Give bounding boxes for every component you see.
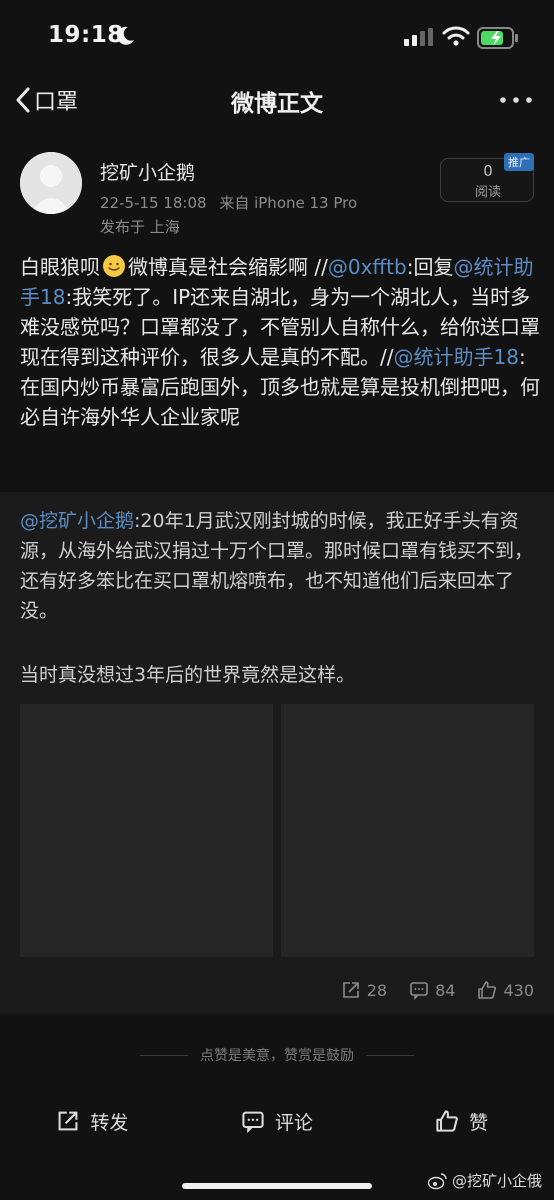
post-location: 发布于 上海 bbox=[100, 218, 180, 236]
like-icon bbox=[436, 1110, 459, 1132]
read-count-box: 0 阅读 推广 bbox=[440, 153, 534, 202]
watermark: @挖矿小企俄 bbox=[427, 1170, 542, 1191]
battery-icon bbox=[477, 27, 518, 49]
retweet-stats: 28 84 430 bbox=[341, 980, 534, 1000]
reward-hint: 点赞是美意，赞赏是鼓励 bbox=[0, 1040, 554, 1070]
repost-label: 转发 bbox=[90, 1111, 129, 1134]
smile-emoji-icon bbox=[103, 255, 125, 277]
retweet-text: @挖矿小企鹅:20年1月武汉刚封城的时候，我正好手头有资源，从海外给武汉捐过十万… bbox=[20, 506, 540, 626]
weibo-logo-icon bbox=[427, 1172, 447, 1189]
post-date: 22-5-15 18:08 bbox=[100, 194, 207, 212]
mention-link[interactable]: @0xfftb bbox=[328, 255, 407, 279]
promo-tag[interactable]: 推广 bbox=[504, 153, 534, 171]
like-count: 430 bbox=[503, 980, 534, 1000]
mention-link[interactable]: @统计助手18 bbox=[393, 345, 518, 369]
nav-bar: 口罩 微博正文 bbox=[0, 72, 554, 128]
divider bbox=[140, 1054, 188, 1056]
comment-button[interactable]: 评论 bbox=[185, 1096, 370, 1146]
retweet-like-stat[interactable]: 430 bbox=[477, 980, 534, 1000]
author-header: 挖矿小企鹅 22-5-15 18:08 来自 iPhone 13 Pro 发布于… bbox=[0, 150, 554, 240]
avatar-icon bbox=[20, 152, 82, 214]
moon-icon bbox=[117, 26, 134, 45]
divider bbox=[366, 1054, 414, 1056]
reward-text: 点赞是美意，赞赏是鼓励 bbox=[200, 1048, 354, 1064]
like-icon bbox=[478, 981, 497, 999]
retweet-comment-stat[interactable]: 84 bbox=[409, 980, 455, 1000]
repost-icon bbox=[58, 1111, 78, 1131]
home-indicator[interactable] bbox=[182, 1183, 372, 1189]
post-source: 来自 iPhone 13 Pro bbox=[219, 194, 358, 212]
avatar[interactable] bbox=[20, 152, 82, 214]
comment-icon bbox=[242, 1111, 264, 1133]
comment-label: 评论 bbox=[275, 1111, 314, 1134]
repost-count: 28 bbox=[366, 980, 388, 1000]
mention-link[interactable]: @挖矿小企鹅 bbox=[20, 510, 134, 532]
post-image[interactable] bbox=[281, 704, 534, 957]
post-text-part: 微博真是社会缩影啊 // bbox=[128, 255, 328, 279]
comment-icon bbox=[410, 982, 428, 1000]
post-text: 白眼狼呗 微博真是社会缩影啊 //@0xfftb:回复@统计助手18:我笑死了。I… bbox=[20, 252, 540, 432]
post-text-part: 白眼狼呗 bbox=[20, 255, 100, 279]
status-time: 19:18 bbox=[48, 22, 124, 48]
like-button[interactable]: 赞 bbox=[369, 1096, 554, 1146]
repost-button[interactable]: 转发 bbox=[0, 1096, 185, 1146]
retweet-card[interactable]: @挖矿小企鹅:20年1月武汉刚封城的时候，我正好手头有资源，从海外给武汉捐过十万… bbox=[0, 492, 554, 1014]
post-text-part: :回复 bbox=[406, 255, 454, 279]
watermark-text: @挖矿小企俄 bbox=[451, 1172, 542, 1190]
page-title: 微博正文 bbox=[231, 91, 323, 117]
status-bar: 19:18 bbox=[0, 0, 554, 72]
repost-icon bbox=[342, 982, 359, 998]
post-meta: 22-5-15 18:08 来自 iPhone 13 Pro bbox=[100, 192, 365, 213]
retweet-repost-stat[interactable]: 28 bbox=[341, 980, 387, 1000]
author-name[interactable]: 挖矿小企鹅 bbox=[100, 158, 195, 185]
retweet-text-2: 当时真没想过3年后的世界竟然是这样。 bbox=[20, 664, 356, 686]
signal-icon bbox=[404, 28, 433, 46]
action-bar: 转发 评论 赞 bbox=[0, 1096, 554, 1146]
more-icon[interactable] bbox=[498, 86, 534, 114]
comment-count: 84 bbox=[435, 980, 456, 1000]
like-label: 赞 bbox=[469, 1111, 489, 1134]
post-image[interactable] bbox=[20, 704, 273, 957]
wifi-icon bbox=[442, 26, 470, 46]
read-label: 阅读 bbox=[474, 185, 501, 200]
